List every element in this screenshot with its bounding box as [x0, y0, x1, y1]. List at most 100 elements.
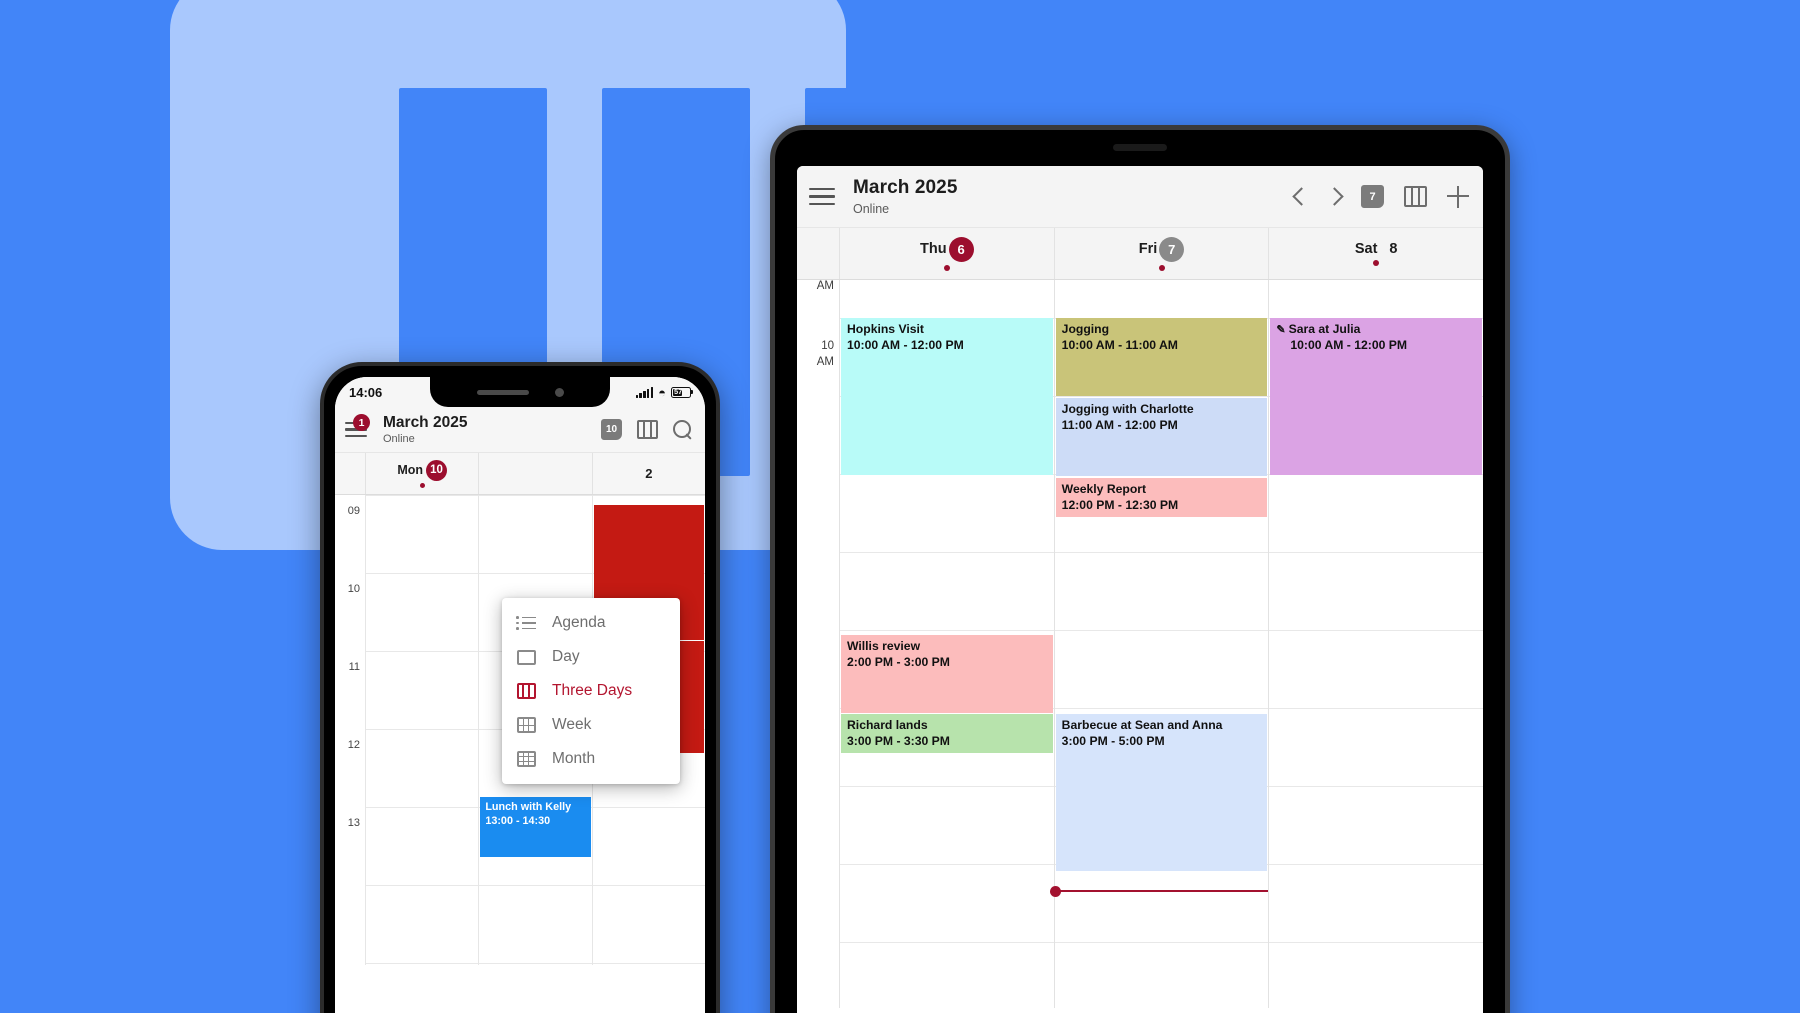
phone-title-block: March 2025 Online [383, 414, 467, 446]
event-time: 12:00 PM - 12:30 PM [1061, 497, 1179, 512]
event-time: 10:00 AM - 11:00 AM [1061, 337, 1178, 352]
event-title: Barbecue at Sean and Anna [1061, 718, 1223, 732]
event-time: 3:00 PM - 5:00 PM [1061, 733, 1165, 748]
tablet-time-gutter: AM 10 AM [797, 280, 839, 1008]
day-column-header-3[interactable]: 2 [591, 453, 705, 494]
add-event-button[interactable] [1447, 185, 1469, 208]
tablet-calendar-grid[interactable]: AM 10 AM Hopkins Visit 10:00 AM - 12:00 P… [797, 280, 1483, 1008]
hour-gridline [1054, 396, 1269, 397]
day-column-thu[interactable]: Hopkins Visit 10:00 AM - 12:00 PM Willis r… [839, 280, 1054, 1008]
day-number-badge: 6 [948, 236, 974, 262]
menu-item-week[interactable]: Week [502, 708, 680, 742]
three-columns-icon [516, 682, 536, 700]
event-title: Jogging [1061, 322, 1110, 336]
event-title: Richard lands [847, 718, 928, 732]
tablet-header-actions: 7 [1292, 185, 1469, 208]
hour-gridline [1269, 864, 1483, 865]
phone-device: 14:06 ◓ 57 1 March 2025 Online 10 Mon 10… [320, 362, 720, 1013]
calendar-event[interactable]: Jogging with Charlotte 11:00 AM - 12:00 P… [1055, 398, 1268, 476]
hour-gridline [479, 963, 592, 964]
event-title: ✎ Sara at Julia [1276, 322, 1361, 336]
day-column-header-mon[interactable]: Mon 10 [365, 453, 478, 494]
hour-gridline [1054, 630, 1269, 631]
search-icon[interactable] [673, 419, 693, 440]
day-column-sat[interactable]: ✎ Sara at Julia 10:00 AM - 12:00 PM [1268, 280, 1483, 1008]
day-number: 8 [1389, 241, 1398, 257]
hour-gridline [1054, 552, 1269, 553]
day-column-header-2[interactable] [478, 453, 591, 494]
calendar-event[interactable]: Richard lands 3:00 PM - 3:30 PM [841, 714, 1053, 753]
current-time-indicator [1049, 885, 1269, 897]
pencil-icon: ✎ [1276, 324, 1286, 336]
tablet-volume-up-button[interactable] [1509, 280, 1510, 336]
time-label: 12 [347, 739, 360, 751]
time-label: 10 [347, 583, 360, 595]
phone-app-header: 1 March 2025 Online 10 [335, 407, 705, 453]
time-label: 10 [821, 340, 834, 352]
calendar-event[interactable]: Barbecue at Sean and Anna 3:00 PM - 5:00 … [1055, 714, 1268, 871]
phone-screen: 14:06 ◓ 57 1 March 2025 Online 10 Mon 10… [335, 377, 705, 1013]
hour-gridline [479, 573, 592, 574]
day-name: Fri [1138, 241, 1158, 257]
hour-gridline [366, 885, 479, 886]
account-subtitle: Online [853, 201, 890, 216]
next-period-button[interactable] [1325, 187, 1344, 206]
today-button[interactable]: 10 [601, 419, 622, 440]
week-grid-icon [516, 716, 536, 734]
hamburger-icon[interactable]: 1 [345, 414, 370, 437]
menu-item-label: Agenda [552, 614, 606, 631]
hour-gridline [366, 573, 479, 574]
day-column-header-sat[interactable]: Sat 8 [1268, 228, 1483, 279]
signal-bars-icon [635, 386, 654, 398]
hour-gridline [1269, 552, 1483, 553]
phone-time-gutter: 09 10 11 12 13 [335, 495, 365, 965]
status-time: 14:06 [349, 384, 383, 400]
calendar-event[interactable]: Jogging 10:00 AM - 11:00 AM [1055, 318, 1268, 396]
hour-gridline [366, 807, 479, 808]
day-column-header-thu[interactable]: Thu 6 [839, 228, 1054, 279]
calendar-event[interactable]: ✎ Sara at Julia 10:00 AM - 12:00 PM [1270, 318, 1483, 475]
agenda-list-icon [516, 614, 536, 632]
phone-notch [430, 377, 610, 407]
hamburger-icon[interactable] [809, 187, 835, 206]
hour-gridline [366, 495, 479, 496]
time-label: AM [816, 280, 834, 292]
tablet-volume-down-button[interactable] [1509, 352, 1510, 408]
three-columns-icon[interactable] [637, 420, 658, 439]
phone-calendar-grid[interactable]: 09 10 11 12 13 Lunch with Kelly 13:00 - 14:30… [335, 495, 705, 965]
tablet-day-columns[interactable]: Hopkins Visit 10:00 AM - 12:00 PM Willis r… [839, 280, 1483, 1008]
event-title: Jogging with Charlotte [1061, 402, 1194, 416]
day-column-header-fri[interactable]: Fri 7 [1053, 228, 1269, 279]
event-title: Hopkins Visit [847, 322, 924, 336]
day-column-fri[interactable]: Jogging 10:00 AM - 11:00 AM Jogging with C… [1049, 280, 1269, 1008]
tablet-camera [1113, 144, 1167, 151]
three-columns-icon[interactable] [1404, 186, 1427, 207]
today-button[interactable]: 7 [1361, 185, 1384, 208]
hour-gridline [366, 651, 479, 652]
view-switcher-menu[interactable]: Agenda Day Three Days Week Month [502, 598, 680, 784]
day-column-1[interactable] [365, 495, 479, 965]
menu-item-label: Week [552, 716, 592, 733]
wifi-icon: ◓ [658, 384, 666, 400]
phone-day-header-row: Mon 10 2 [335, 453, 705, 495]
calendar-event[interactable]: Weekly Report 12:00 PM - 12:30 PM [1055, 478, 1268, 517]
day-name: Mon [397, 463, 423, 477]
status-indicators: ◓ 57 [635, 384, 694, 400]
hour-gridline [1269, 786, 1483, 787]
calendar-event[interactable]: Lunch with Kelly 13:00 - 14:30 [480, 797, 591, 857]
menu-item-month[interactable]: Month [502, 742, 680, 776]
battery-icon: 57 [671, 386, 694, 398]
menu-item-three-days[interactable]: Three Days [502, 674, 680, 708]
battery-level: 57 [674, 386, 683, 396]
menu-item-agenda[interactable]: Agenda [502, 606, 680, 640]
event-title: Weekly Report [1061, 482, 1147, 496]
calendar-event[interactable]: Hopkins Visit 10:00 AM - 12:00 PM [841, 318, 1053, 475]
calendar-event[interactable]: Willis review 2:00 PM - 3:00 PM [841, 635, 1053, 713]
page-title: March 2025 [853, 177, 958, 199]
day-event-dot [419, 482, 425, 488]
time-label: 11 [348, 661, 360, 673]
menu-item-day[interactable]: Day [502, 640, 680, 674]
hour-gridline [366, 963, 479, 964]
event-time: 11:00 AM - 12:00 PM [1061, 417, 1178, 432]
prev-period-button[interactable] [1292, 187, 1311, 206]
